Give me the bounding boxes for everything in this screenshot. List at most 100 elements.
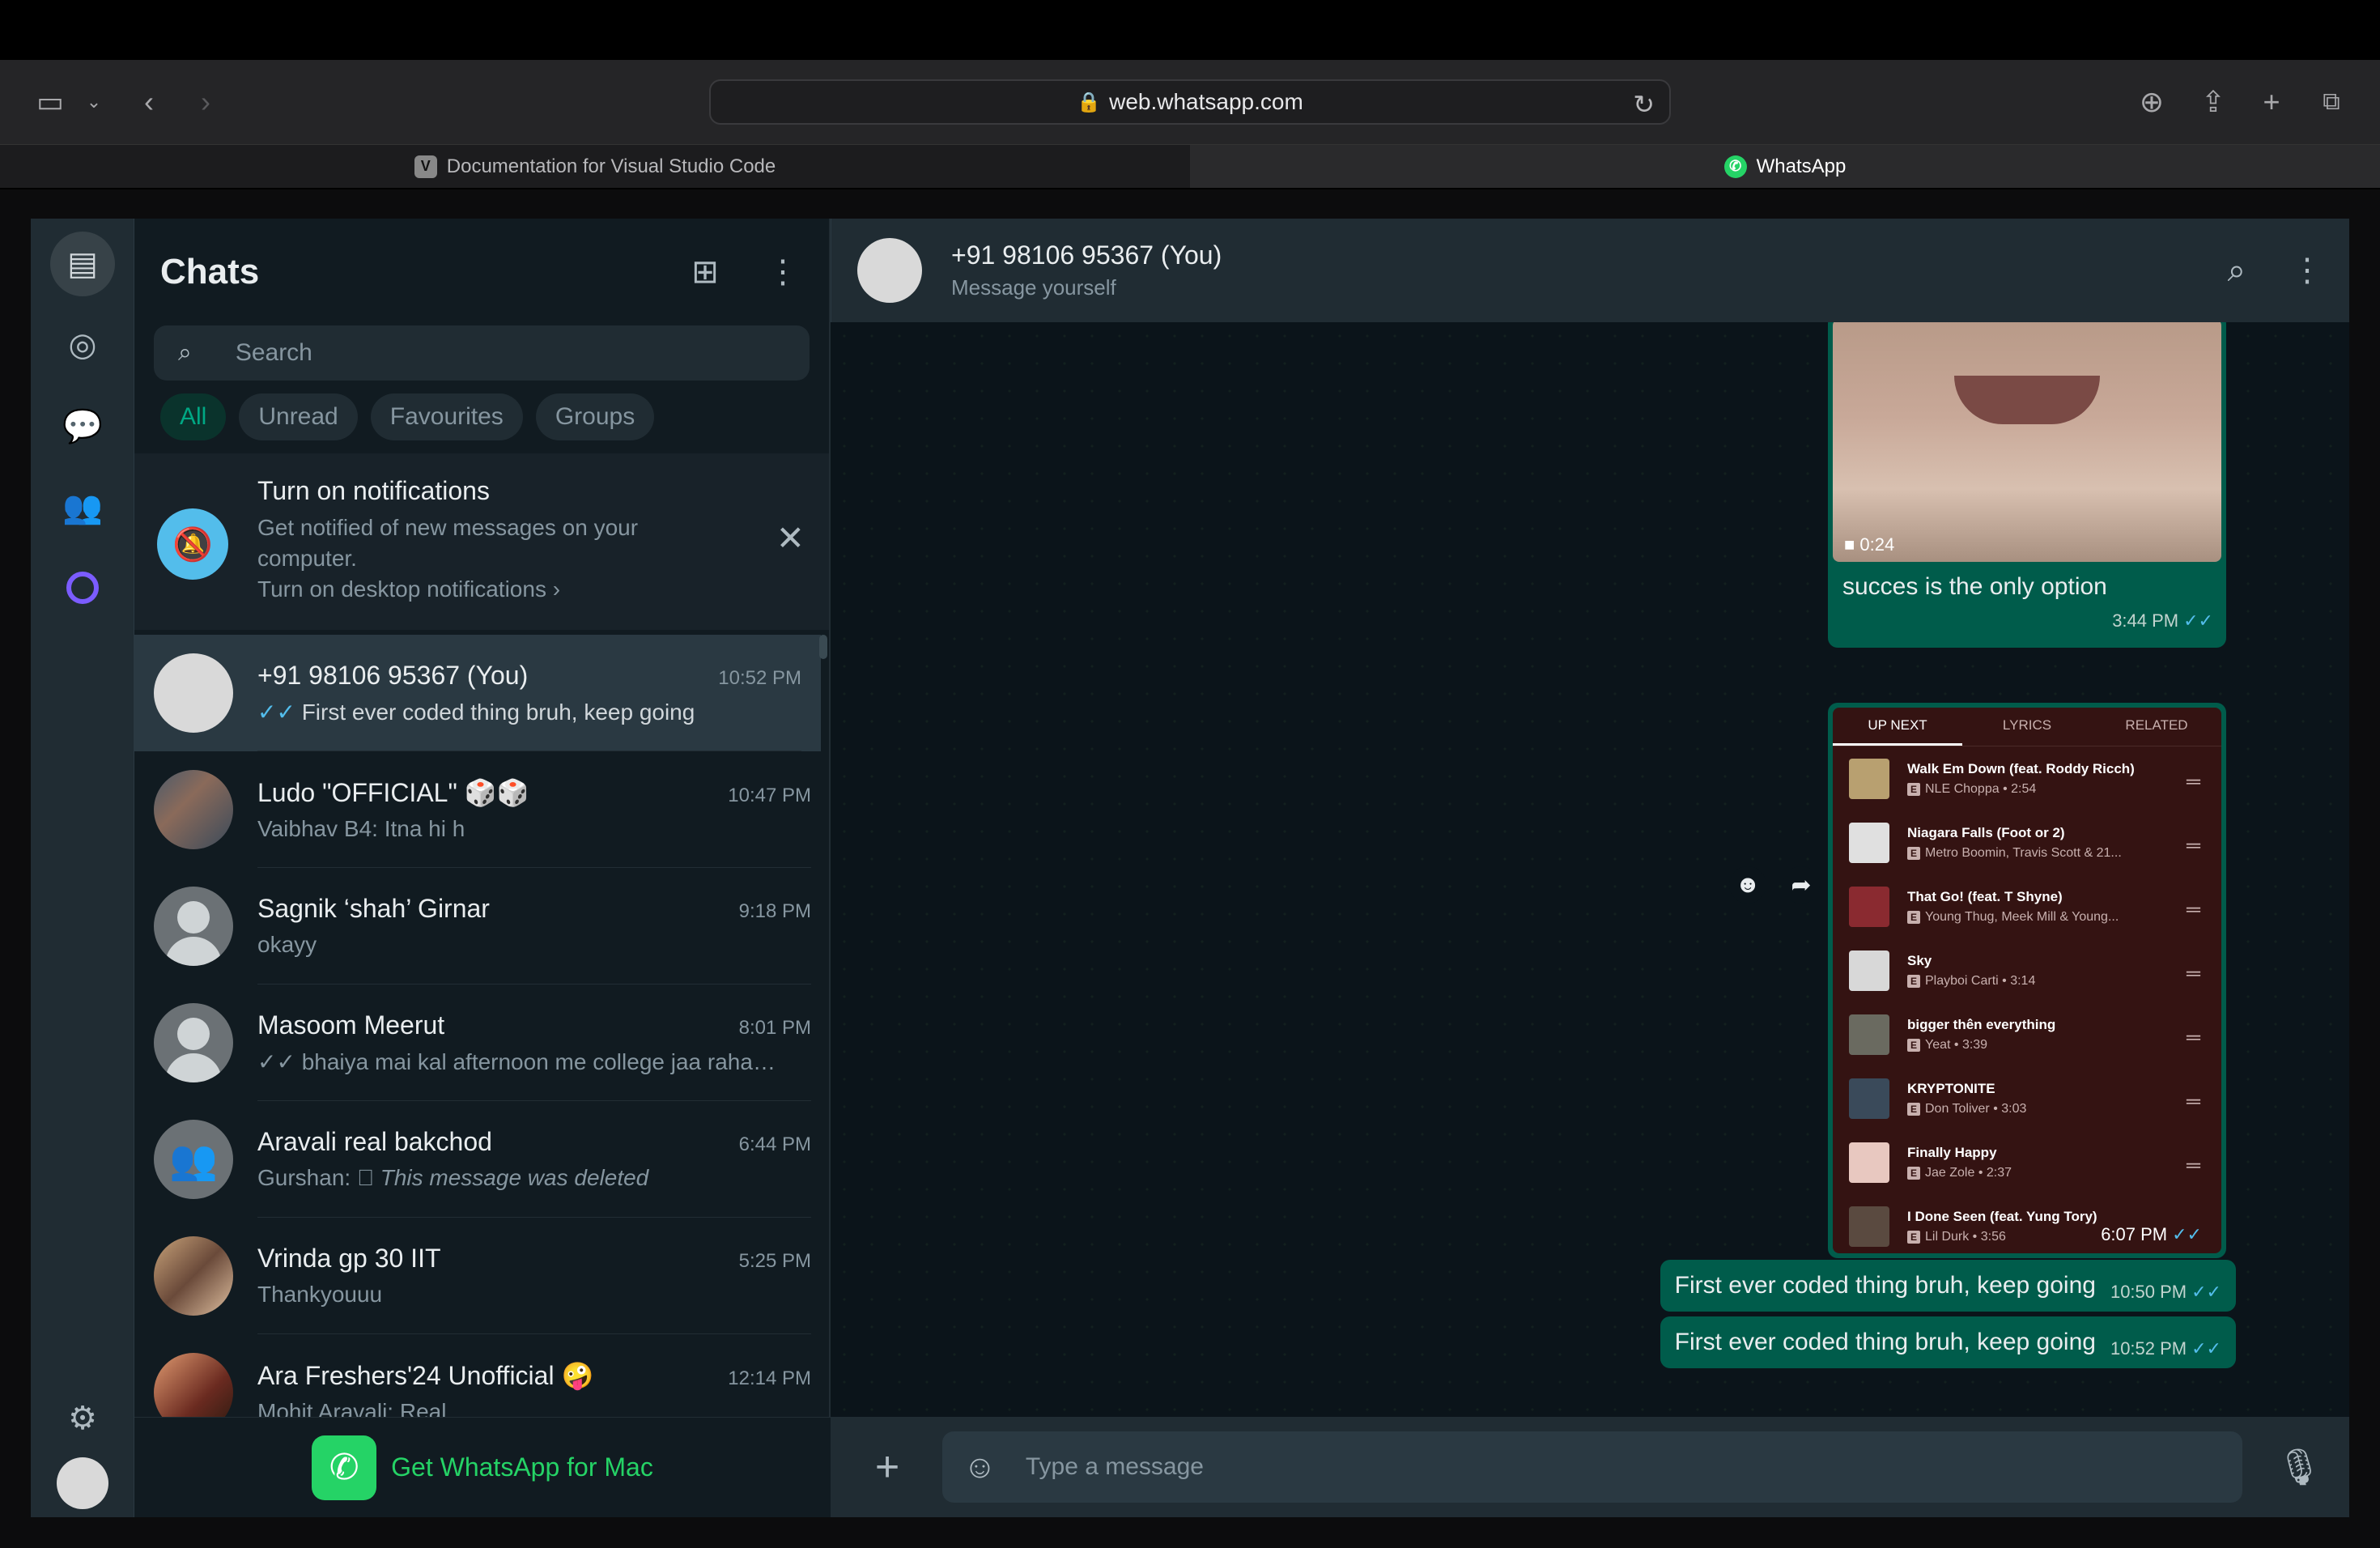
song-title: KRYPTONITE <box>1907 1080 1995 1096</box>
scrollbar[interactable] <box>819 635 827 659</box>
react-emoji-icon[interactable]: ☻ <box>1729 866 1766 904</box>
album-art <box>1849 1206 1889 1247</box>
message-area[interactable]: ■ 0:24 succes is the only option 3:44 PM… <box>831 322 2349 1417</box>
sidebar-toggle-icon[interactable]: ▭ <box>28 79 73 125</box>
menu-icon[interactable]: ⋮ <box>2291 252 2323 289</box>
album-art <box>1849 886 1889 927</box>
communities-nav-icon[interactable]: 👥 <box>50 474 115 539</box>
message-meta: 10:52 PM ✓✓ <box>2110 1338 2221 1359</box>
get-whatsapp-mac-link[interactable]: ✆ Get WhatsApp for Mac <box>134 1417 831 1517</box>
message-hover-actions: ☻ ➦ <box>1729 866 1820 904</box>
chat-name: Vrinda gp 30 IIT <box>257 1244 441 1273</box>
explicit-icon: E <box>1907 1166 1920 1180</box>
chat-name: Aravali real bakchod <box>257 1127 492 1156</box>
song-title: That Go! (feat. T Shyne) <box>1907 888 2063 904</box>
search-input[interactable]: ⌕ Search <box>154 325 810 381</box>
chat-row[interactable]: Ara Freshers'24 Unofficial 🤪 12:14 PM Moh… <box>134 1334 831 1417</box>
promo-label: Get WhatsApp for Mac <box>391 1452 653 1482</box>
song-artist: E Yeat • 3:39 <box>1907 1038 2158 1053</box>
song-artist: E NLE Choppa • 2:54 <box>1907 782 2158 797</box>
settings-icon[interactable]: ⚙ <box>50 1386 115 1451</box>
status-nav-icon[interactable]: ◎ <box>50 313 115 377</box>
microphone-icon[interactable]: 🎙 <box>2275 1446 2323 1488</box>
enable-notifications-link[interactable]: Turn on desktop notifications › <box>257 574 711 605</box>
emoji-sticker-icon[interactable]: ☺ <box>963 1449 997 1486</box>
chat-time: 5:25 PM <box>738 1250 811 1272</box>
song-artist-label: Jae Zole • 2:37 <box>1925 1165 2012 1180</box>
new-tab-icon[interactable]: + <box>2249 79 2294 125</box>
song-artist: E Jae Zole • 2:37 <box>1907 1166 2158 1180</box>
menu-icon[interactable]: ⋮ <box>763 253 803 291</box>
tab-up-next: UP NEXT <box>1833 708 1962 746</box>
chats-nav-icon[interactable]: ▤ <box>50 232 115 296</box>
chat-time: 10:52 PM <box>718 666 801 689</box>
tab-overview-icon[interactable]: ⧉ <box>2309 79 2354 125</box>
drag-handle-icon: ═ <box>2186 771 2200 793</box>
tab-vscode-docs[interactable]: V Documentation for Visual Studio Code <box>0 145 1190 188</box>
message-input[interactable]: ☺ Type a message <box>942 1431 2242 1503</box>
chats-title: Chats <box>160 252 260 291</box>
chat-name: Masoom Meerut <box>257 1010 445 1040</box>
tab-whatsapp[interactable]: ✆ WhatsApp <box>1190 145 2380 188</box>
text-message[interactable]: First ever coded thing bruh, keep going … <box>1660 1316 2236 1368</box>
song-title: bigger thên everything <box>1907 1016 2056 1032</box>
contact-subtitle: Message yourself <box>951 275 1116 300</box>
album-art <box>1849 1142 1889 1183</box>
profile-avatar[interactable] <box>50 1451 115 1516</box>
chat-preview: okayy <box>257 932 317 957</box>
explicit-icon: E <box>1907 974 1920 988</box>
drag-handle-icon: ═ <box>2186 963 2200 985</box>
address-bar[interactable]: 🔒 web.whatsapp.com ↻ <box>709 79 1671 125</box>
vscode-favicon-icon: V <box>414 155 437 178</box>
share-icon[interactable]: ⇪ <box>2191 79 2236 125</box>
close-icon[interactable]: ✕ <box>776 518 805 558</box>
download-icon[interactable]: ⊕ <box>2129 79 2174 125</box>
chat-row[interactable]: Sagnik ‘shah’ Girnar 9:18 PM okayy <box>134 868 831 985</box>
video-message[interactable]: ■ 0:24 succes is the only option 3:44 PM… <box>1828 322 2226 648</box>
chevron-down-icon[interactable]: ⌄ <box>71 79 117 125</box>
chat-preview: First ever coded thing bruh, keep going <box>301 699 695 725</box>
channels-nav-icon[interactable]: 💬 <box>50 393 115 458</box>
whatsapp-app: ▤ ◎ 💬 👥 ⚙ Chats ⊞ ⋮ ⌕ Search All Unread … <box>31 219 2349 1517</box>
search-placeholder: Search <box>235 339 312 366</box>
conversation-header[interactable]: +91 98106 95367 (You) Message yourself ⌕… <box>831 219 2349 322</box>
default-avatar-icon <box>154 1003 233 1082</box>
avatar[interactable] <box>857 238 922 303</box>
video-caption: succes is the only option <box>1842 573 2107 600</box>
message-time: 10:52 PM <box>2110 1338 2187 1359</box>
back-icon[interactable]: ‹ <box>126 79 172 125</box>
attach-plus-icon[interactable]: + <box>856 1443 918 1491</box>
music-queue-screenshot[interactable]: UP NEXT LYRICS RELATED Walk Em Down (fea… <box>1833 708 2221 1253</box>
image-message[interactable]: UP NEXT LYRICS RELATED Walk Em Down (fea… <box>1828 703 2226 1258</box>
chat-time: 12:14 PM <box>728 1367 811 1389</box>
read-ticks-icon: ✓✓ <box>2183 610 2213 631</box>
drag-handle-icon: ═ <box>2186 835 2200 857</box>
chat-row[interactable]: Masoom Meerut 8:01 PM ✓✓ bhaiya mai kal a… <box>134 985 831 1101</box>
forward-icon[interactable]: ➦ <box>1783 866 1820 904</box>
song-artist-label: Metro Boomin, Travis Scott & 21... <box>1925 845 2122 860</box>
song-artist-label: Lil Durk • 3:56 <box>1925 1229 2006 1244</box>
meta-ai-icon[interactable] <box>50 555 115 620</box>
explicit-icon: E <box>1907 1102 1920 1116</box>
avatar <box>154 770 233 849</box>
chat-row[interactable]: 👥 Aravali real bakchod6:44 PM Gurshan: ⃠… <box>134 1101 831 1218</box>
new-chat-icon[interactable]: ⊞ <box>685 253 725 291</box>
notification-title: Turn on notifications <box>257 476 490 505</box>
text-message[interactable]: First ever coded thing bruh, keep going … <box>1660 1260 2236 1312</box>
video-thumbnail[interactable]: ■ 0:24 <box>1833 322 2221 562</box>
filter-groups[interactable]: Groups <box>535 393 655 440</box>
chat-row[interactable]: +91 98106 95367 (You) 10:52 PM ✓✓ First e… <box>134 635 821 751</box>
forward-icon[interactable]: › <box>183 79 228 125</box>
message-placeholder: Type a message <box>1025 1453 1204 1480</box>
search-icon[interactable]: ⌕ <box>2228 253 2246 289</box>
filter-favourites[interactable]: Favourites <box>370 393 523 440</box>
queue-song-row: Niagara Falls (Foot or 2) E Metro Boomin, … <box>1833 810 2221 874</box>
chat-row[interactable]: Ludo "OFFICIAL" 🎲🎲 10:47 PM Vaibhav B4: I… <box>134 751 831 868</box>
chat-row[interactable]: Vrinda gp 30 IIT 5:25 PM Thankyouuu <box>134 1218 831 1334</box>
filter-unread[interactable]: Unread <box>239 393 358 440</box>
reload-icon[interactable]: ↻ <box>1633 89 1655 120</box>
explicit-icon: E <box>1907 846 1920 860</box>
video-camera-icon: ■ <box>1844 534 1855 555</box>
filter-all[interactable]: All <box>160 393 227 440</box>
chat-preview: Thankyouuu <box>257 1282 383 1307</box>
